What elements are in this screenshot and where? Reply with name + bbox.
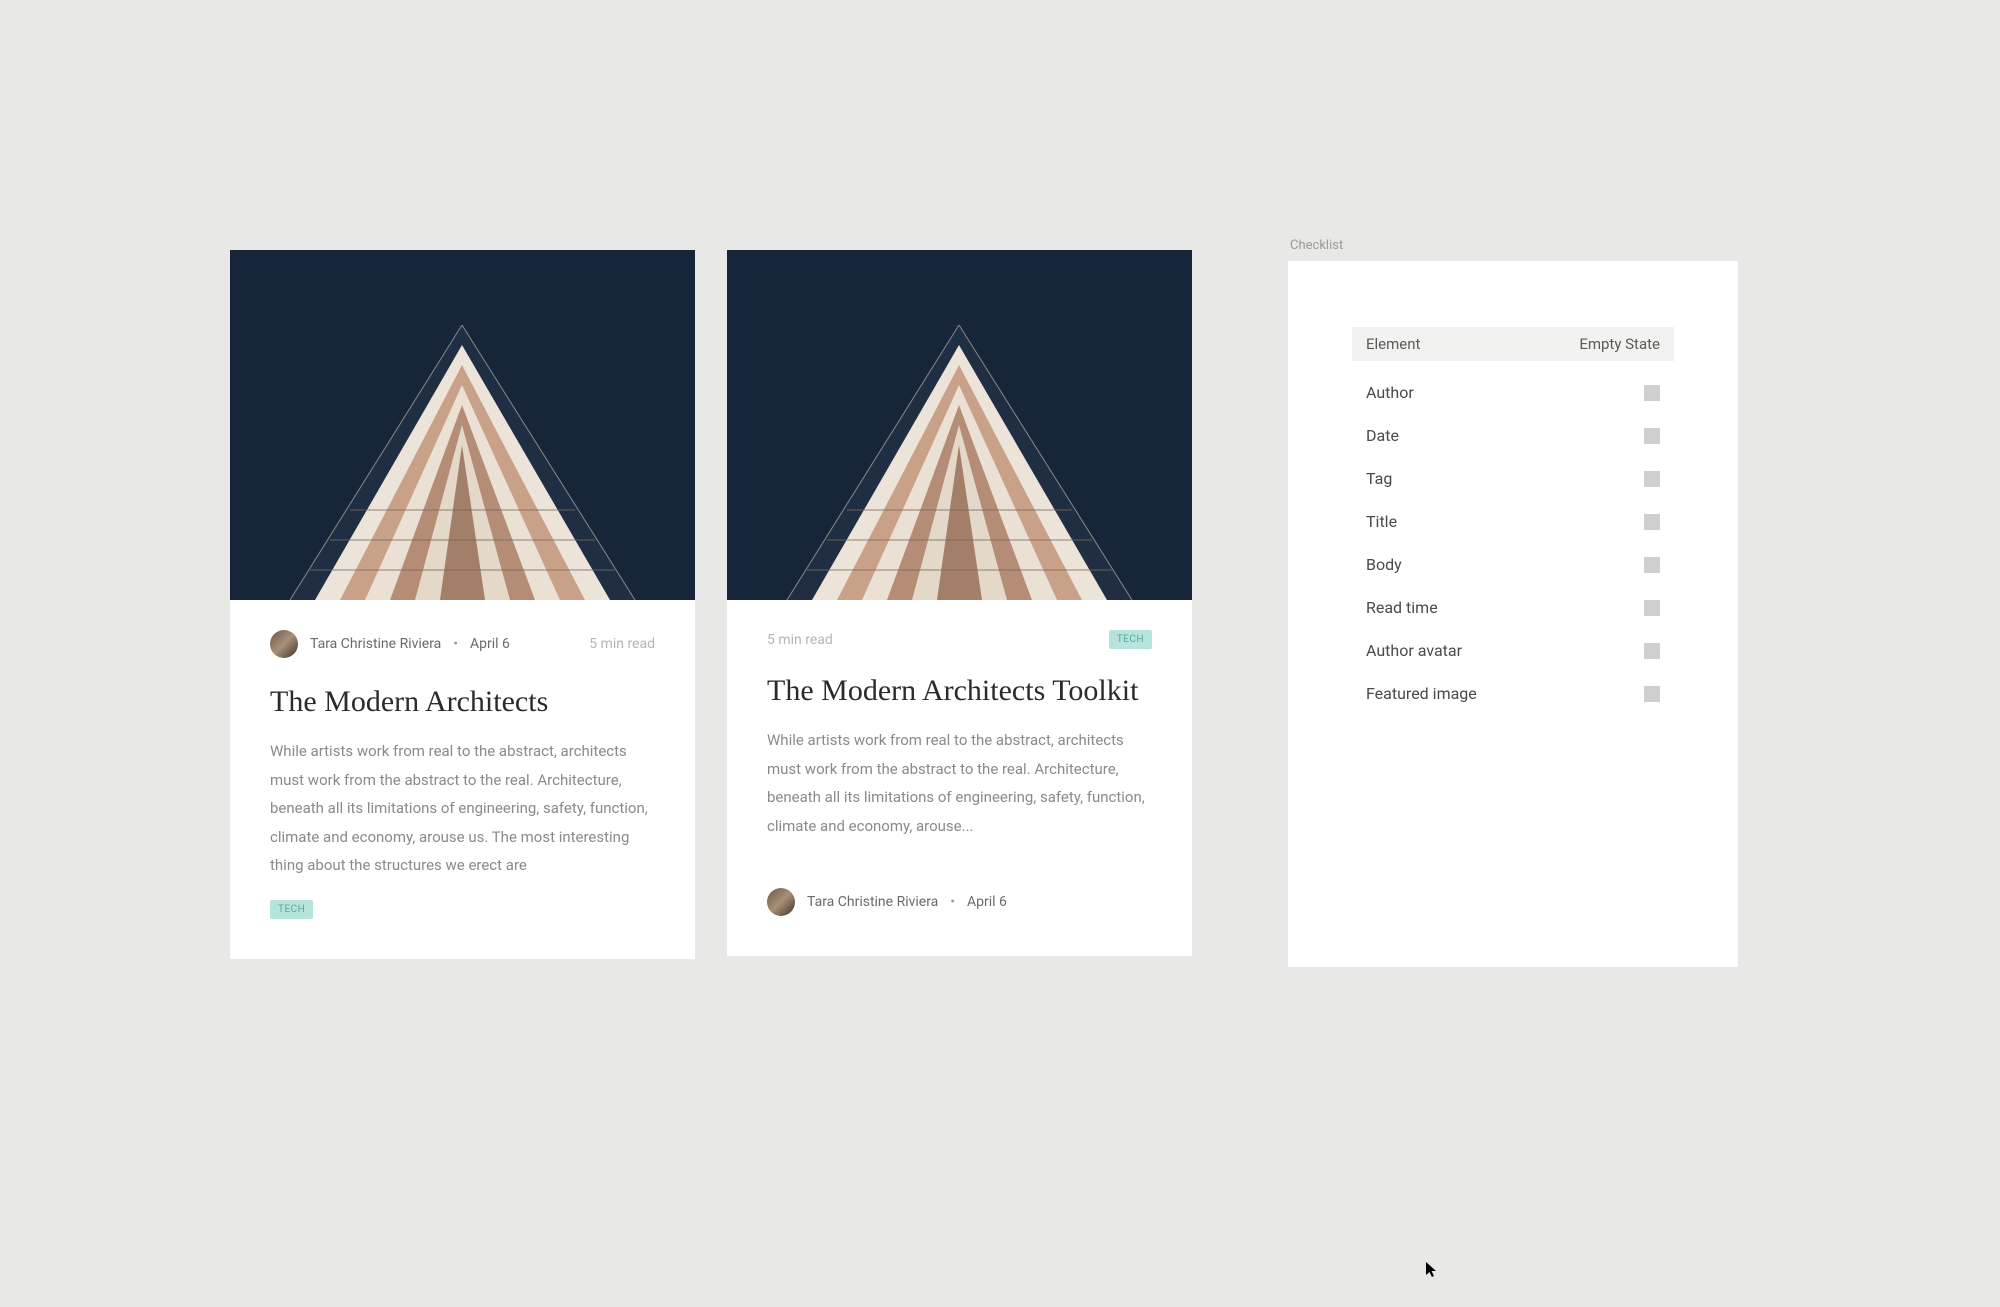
checklist-row-readtime: Read time bbox=[1352, 586, 1674, 629]
tag-badge[interactable]: TECH bbox=[1109, 630, 1152, 649]
checklist-header-empty: Empty State bbox=[1579, 335, 1660, 353]
publish-date: April 6 bbox=[470, 636, 510, 652]
checklist-row-label: Body bbox=[1366, 555, 1402, 574]
checklist-row-label: Title bbox=[1366, 512, 1397, 531]
checklist-row-title: Title bbox=[1352, 500, 1674, 543]
checklist-panel: Element Empty State Author Date Tag Titl… bbox=[1288, 261, 1738, 967]
checklist-row-label: Tag bbox=[1366, 469, 1392, 488]
author-name[interactable]: Tara Christine Riviera bbox=[807, 894, 938, 910]
read-time: 5 min read bbox=[589, 636, 655, 652]
checklist-row-image: Featured image bbox=[1352, 672, 1674, 715]
separator-dot: • bbox=[453, 636, 458, 652]
cursor-icon bbox=[1426, 1262, 1442, 1278]
checklist-row-label: Featured image bbox=[1366, 684, 1477, 703]
meta-row: 5 min read TECH bbox=[767, 630, 1152, 649]
author-avatar[interactable] bbox=[270, 630, 298, 658]
checkbox[interactable] bbox=[1644, 600, 1660, 616]
author-name[interactable]: Tara Christine Riviera bbox=[310, 636, 441, 652]
article-body: While artists work from real to the abst… bbox=[767, 726, 1152, 840]
checklist-row-body: Body bbox=[1352, 543, 1674, 586]
tag-badge[interactable]: TECH bbox=[270, 900, 313, 919]
checkbox[interactable] bbox=[1644, 471, 1660, 487]
checklist-header: Element Empty State bbox=[1352, 327, 1674, 361]
checklist-row-label: Date bbox=[1366, 426, 1399, 445]
featured-image bbox=[727, 250, 1192, 600]
checkbox[interactable] bbox=[1644, 385, 1660, 401]
checklist-row-tag: Tag bbox=[1352, 457, 1674, 500]
checklist-row-avatar: Author avatar bbox=[1352, 629, 1674, 672]
checklist-row-label: Author bbox=[1366, 383, 1414, 402]
separator-dot: • bbox=[950, 894, 955, 910]
article-body: While artists work from real to the abst… bbox=[270, 737, 655, 880]
checkbox[interactable] bbox=[1644, 514, 1660, 530]
checklist-label: Checklist bbox=[1288, 238, 1738, 253]
article-card-2: 5 min read TECH The Modern Architects To… bbox=[727, 250, 1192, 956]
read-time: 5 min read bbox=[767, 632, 833, 648]
checklist-row-date: Date bbox=[1352, 414, 1674, 457]
featured-image bbox=[230, 250, 695, 600]
checklist-panel-wrap: Checklist Element Empty State Author Dat… bbox=[1288, 238, 1738, 967]
checkbox[interactable] bbox=[1644, 686, 1660, 702]
meta-row: Tara Christine Riviera • April 6 5 min r… bbox=[270, 630, 655, 658]
checklist-header-element: Element bbox=[1366, 335, 1420, 353]
article-title[interactable]: The Modern Architects bbox=[270, 682, 655, 721]
publish-date: April 6 bbox=[967, 894, 1007, 910]
checkbox[interactable] bbox=[1644, 428, 1660, 444]
checkbox[interactable] bbox=[1644, 643, 1660, 659]
article-card-1: Tara Christine Riviera • April 6 5 min r… bbox=[230, 250, 695, 959]
checklist-row-label: Author avatar bbox=[1366, 641, 1462, 660]
author-avatar[interactable] bbox=[767, 888, 795, 916]
checklist-row-author: Author bbox=[1352, 371, 1674, 414]
article-title[interactable]: The Modern Architects Toolkit bbox=[767, 671, 1152, 710]
checklist-row-label: Read time bbox=[1366, 598, 1438, 617]
checkbox[interactable] bbox=[1644, 557, 1660, 573]
